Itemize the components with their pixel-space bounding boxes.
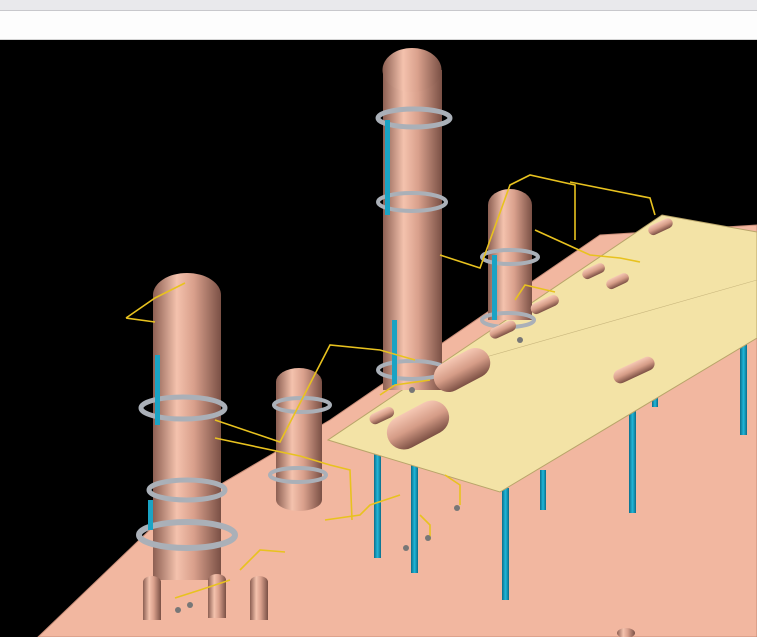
plant-model-canvas[interactable]	[0, 40, 757, 637]
small-column[interactable]	[268, 368, 332, 511]
tall-distillation-column[interactable]	[375, 48, 453, 390]
right-column[interactable]	[480, 189, 540, 329]
window-titlebar	[0, 0, 757, 11]
left-column[interactable]	[136, 273, 238, 580]
toolbar	[0, 11, 757, 40]
3d-viewport[interactable]	[0, 40, 757, 637]
